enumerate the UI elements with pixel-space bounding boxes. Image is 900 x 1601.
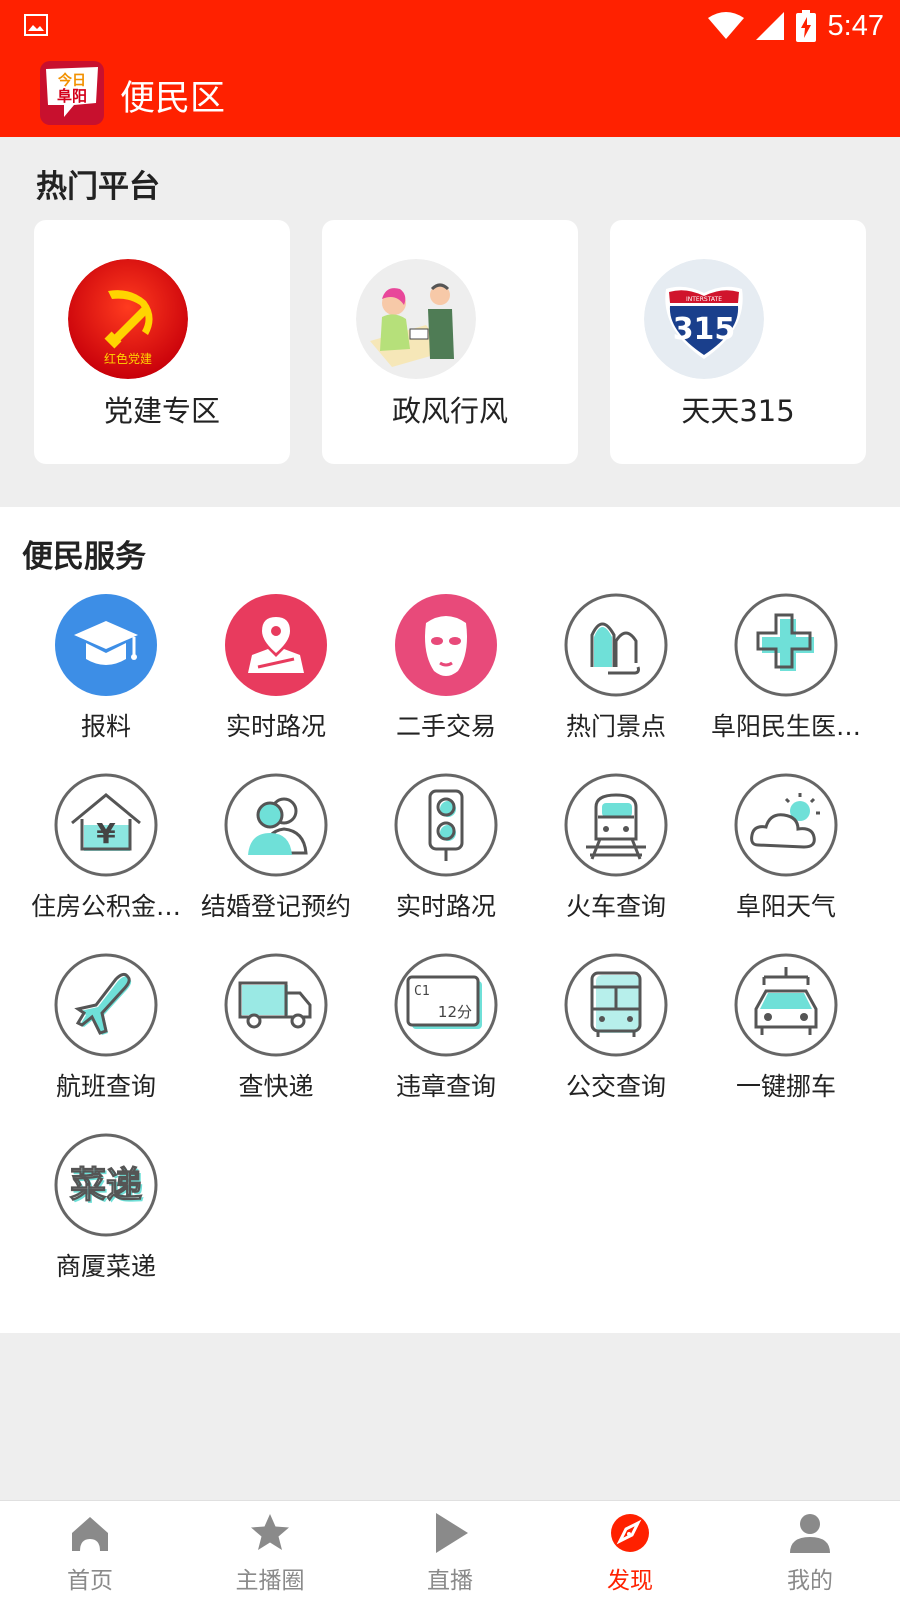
signal-icon xyxy=(755,12,784,40)
service-label: 实时路况 xyxy=(225,712,326,741)
app-logo: 今日 阜阳 xyxy=(40,61,104,125)
couple-icon xyxy=(224,773,328,877)
status-bar: 5:47 xyxy=(0,0,900,52)
service-marriage[interactable]: 结婚登记预约 xyxy=(190,773,362,943)
interstate-315-shield-icon: INTERSTATE 315 xyxy=(644,259,764,379)
service-label: 一键挪车 xyxy=(735,1072,836,1101)
hot-platforms-title: 热门平台 xyxy=(36,169,160,205)
card-label: 天天315 xyxy=(681,394,795,428)
card-government-style[interactable]: 政风行风 xyxy=(322,220,578,464)
service-housing-fund[interactable]: ¥ 住房公积金… xyxy=(20,773,192,943)
service-flight[interactable]: 航班查询 xyxy=(20,953,192,1123)
service-bus[interactable]: 公交查询 xyxy=(530,953,702,1123)
svg-text:12分: 12分 xyxy=(438,1003,472,1021)
weather-cloud-sun-icon xyxy=(734,773,838,877)
delivery-truck-icon xyxy=(224,953,328,1057)
person-icon xyxy=(790,1514,830,1553)
service-label: 查快递 xyxy=(238,1072,314,1101)
nav-home[interactable]: 首页 xyxy=(0,1501,180,1601)
card-label: 政风行风 xyxy=(391,394,508,428)
move-car-icon xyxy=(734,953,838,1057)
compass-icon xyxy=(611,1514,649,1552)
service-move-car[interactable]: 一键挪车 xyxy=(700,953,872,1123)
service-weather[interactable]: 阜阳天气 xyxy=(700,773,872,943)
home-icon xyxy=(72,1517,108,1551)
service-label: 公交查询 xyxy=(565,1072,666,1101)
landmark-arches-icon xyxy=(564,593,668,697)
services-section: 便民服务 报料 实时路况 二手交易 热门景点 阜阳民生医… ¥ 住房公积金… 结… xyxy=(0,507,900,1333)
svg-text:INTERSTATE: INTERSTATE xyxy=(686,296,722,303)
service-label: 实时路况 xyxy=(395,892,496,921)
svg-text:315: 315 xyxy=(673,312,736,347)
service-train[interactable]: 火车查询 xyxy=(530,773,702,943)
service-label: 火车查询 xyxy=(565,892,666,921)
svg-text:红色党建: 红色党建 xyxy=(104,351,152,366)
map-pin-icon xyxy=(225,594,327,696)
status-time: 5:47 xyxy=(827,9,884,42)
service-label: 阜阳天气 xyxy=(735,892,836,921)
train-icon xyxy=(564,773,668,877)
services-title: 便民服务 xyxy=(22,539,146,575)
card-daily-315[interactable]: INTERSTATE 315 天天315 xyxy=(610,220,866,464)
card-label: 党建专区 xyxy=(103,394,220,428)
svg-text:C1: C1 xyxy=(414,984,430,999)
consultation-illustration-icon xyxy=(356,259,476,379)
traffic-light-icon xyxy=(394,773,498,877)
bottom-navigation: 首页 主播圈 直播 发现 我的 xyxy=(0,1500,900,1601)
service-label: 二手交易 xyxy=(395,712,496,741)
service-label: 阜阳民生医… xyxy=(710,712,861,741)
grocery-delivery-icon: 菜递 菜递 xyxy=(54,1133,158,1237)
service-label: 热门景点 xyxy=(565,712,666,741)
service-second-hand[interactable]: 二手交易 xyxy=(360,593,532,763)
page-title: 便民区 xyxy=(120,79,226,119)
bus-icon xyxy=(564,953,668,1057)
service-grocery[interactable]: 菜递 菜递 商厦菜递 xyxy=(20,1133,192,1303)
service-label: 结婚登记预约 xyxy=(200,892,351,921)
service-label: 商厦菜递 xyxy=(55,1252,156,1281)
mask-icon xyxy=(395,594,497,696)
nav-mine[interactable]: 我的 xyxy=(720,1501,900,1601)
star-icon xyxy=(251,1514,289,1550)
house-yen-icon: ¥ xyxy=(54,773,158,877)
svg-text:菜递: 菜递 xyxy=(70,1165,142,1206)
service-express[interactable]: 查快递 xyxy=(190,953,362,1123)
nav-anchor-circle[interactable]: 主播圈 xyxy=(180,1501,360,1601)
graduation-cap-icon xyxy=(55,594,157,696)
nav-label: 我的 xyxy=(787,1568,833,1594)
nav-label: 发现 xyxy=(607,1568,653,1594)
svg-text:阜阳: 阜阳 xyxy=(57,87,87,105)
nav-label: 主播圈 xyxy=(235,1568,305,1594)
violation-ticket-icon: C1 12分 xyxy=(394,953,498,1057)
service-violation[interactable]: C1 12分 违章查询 xyxy=(360,953,532,1123)
service-attractions[interactable]: 热门景点 xyxy=(530,593,702,763)
card-party-building[interactable]: 红色党建 党建专区 xyxy=(34,220,290,464)
service-label: 违章查询 xyxy=(395,1072,496,1101)
medical-cross-icon xyxy=(734,593,838,697)
hot-platforms-section: 热门平台 红色党建 党建专区 政风行风 INTERSTATE 315 天天315 xyxy=(0,137,900,507)
airplane-icon xyxy=(54,953,158,1057)
service-label: 航班查询 xyxy=(55,1072,156,1101)
app-bar: 今日 阜阳 便民区 xyxy=(0,52,900,137)
play-icon xyxy=(436,1513,468,1553)
nav-label: 首页 xyxy=(67,1568,113,1594)
service-traffic-light[interactable]: 实时路况 xyxy=(360,773,532,943)
service-label: 报料 xyxy=(80,712,131,741)
nav-discover[interactable]: 发现 xyxy=(540,1501,720,1601)
service-report[interactable]: 报料 xyxy=(20,593,192,763)
nav-label: 直播 xyxy=(427,1568,473,1594)
battery-charging-icon xyxy=(795,10,816,42)
nav-live[interactable]: 直播 xyxy=(360,1501,540,1601)
party-emblem-icon: 红色党建 xyxy=(68,259,188,379)
service-traffic-map[interactable]: 实时路况 xyxy=(190,593,362,763)
svg-text:¥: ¥ xyxy=(96,817,116,850)
service-medical[interactable]: 阜阳民生医… xyxy=(700,593,872,763)
image-notification-icon xyxy=(24,14,48,36)
service-label: 住房公积金… xyxy=(30,892,181,921)
wifi-icon xyxy=(707,12,744,39)
